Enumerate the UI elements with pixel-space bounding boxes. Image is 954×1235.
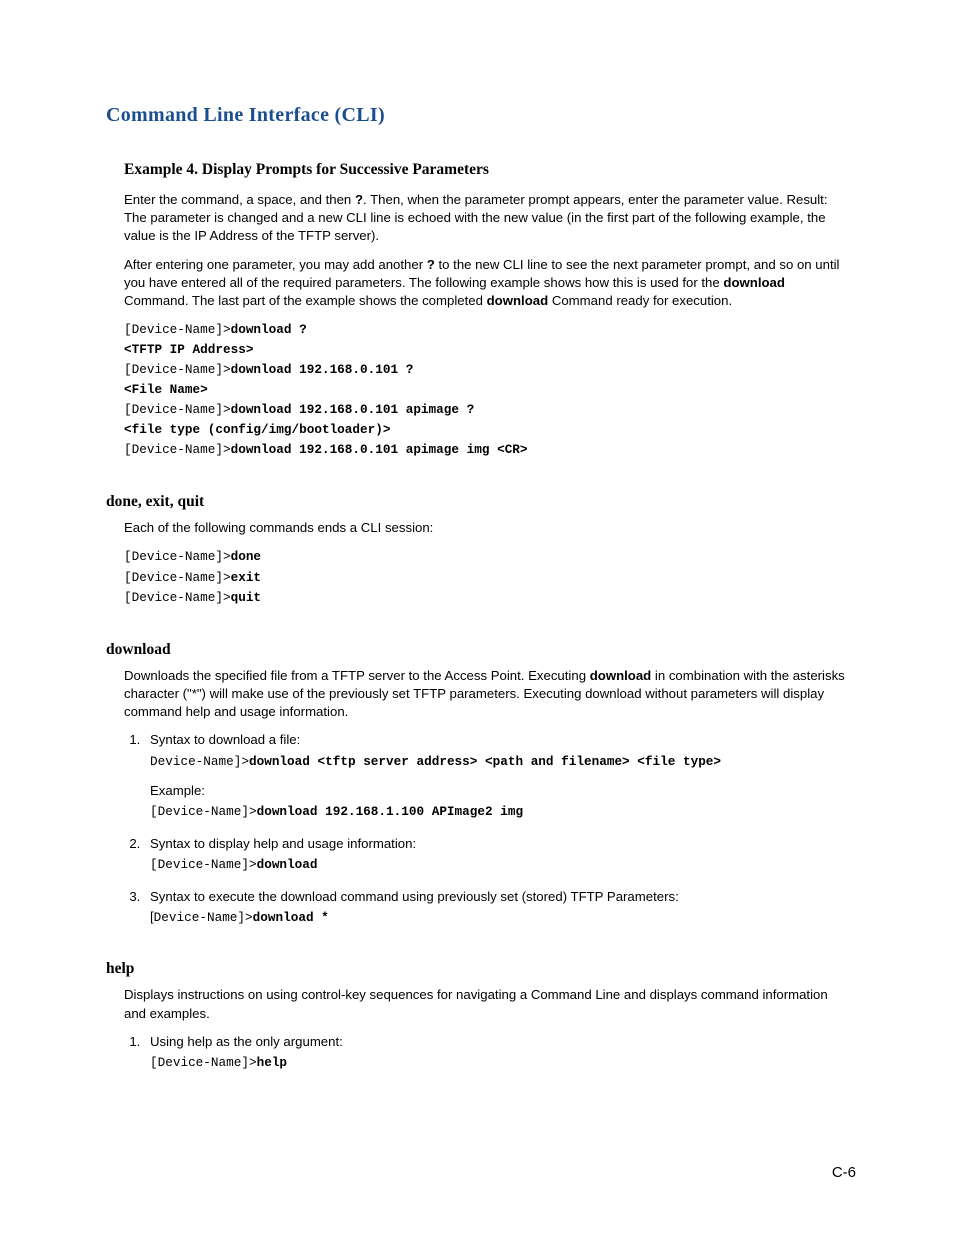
cli-command: download 192.168.1.100 APImage2 img bbox=[257, 804, 523, 819]
help-p1: Displays instructions on using control-k… bbox=[124, 986, 850, 1022]
help-list: Using help as the only argument: [Device… bbox=[124, 1033, 850, 1072]
cli-prompt: [Device-Name]> bbox=[150, 857, 257, 872]
done-p1: Each of the following commands ends a CL… bbox=[124, 519, 850, 537]
page-title: Command Line Interface (CLI) bbox=[106, 104, 850, 127]
cli-prompt: [Device-Name]> bbox=[124, 590, 231, 605]
cli-output: <file type (config/img/bootloader)> bbox=[124, 421, 850, 439]
cli-prompt: Device-Name]> bbox=[150, 754, 249, 769]
cli-command: quit bbox=[231, 590, 261, 605]
cli-command: done bbox=[231, 549, 261, 564]
li-text: Syntax to download a file: bbox=[150, 732, 300, 747]
cli-line: [Device-Name]>done bbox=[124, 547, 850, 566]
cli-line: [Device-Name]>download 192.168.0.101 api… bbox=[124, 440, 850, 459]
cli-command: download * bbox=[253, 910, 329, 925]
example-label: Example: bbox=[150, 782, 850, 800]
question-mark: ? bbox=[427, 257, 435, 272]
list-item: Using help as the only argument: [Device… bbox=[144, 1033, 850, 1072]
cli-command: download <tftp server address> <path and… bbox=[249, 754, 721, 769]
cli-prompt: [Device-Name]> bbox=[124, 402, 231, 417]
question-mark: ? bbox=[355, 192, 363, 207]
list-item: Syntax to display help and usage informa… bbox=[144, 835, 850, 874]
cli-prompt: [Device-Name]> bbox=[124, 570, 231, 585]
cli-prompt: [Device-Name]> bbox=[150, 1055, 257, 1070]
cli-output: <File Name> bbox=[124, 381, 850, 399]
text: After entering one parameter, you may ad… bbox=[124, 257, 427, 272]
cli-command: download 192.168.0.101 apimage img <CR> bbox=[231, 442, 528, 457]
cli-line: [Device-Name]>help bbox=[150, 1053, 850, 1072]
cli-line: [Device-Name]>download 192.168.1.100 API… bbox=[150, 802, 850, 821]
cli-prompt: [Device-Name]> bbox=[124, 362, 231, 377]
help-heading: help bbox=[106, 960, 850, 978]
li-text: Syntax to execute the download command u… bbox=[150, 889, 679, 904]
cli-line: [Device-Name]>quit bbox=[124, 588, 850, 607]
cli-prompt: Device-Name]> bbox=[154, 910, 253, 925]
cli-command: exit bbox=[231, 570, 261, 585]
cli-prompt: [Device-Name]> bbox=[124, 549, 231, 564]
cli-line: [Device-Name]>exit bbox=[124, 568, 850, 587]
text: Command ready for execution. bbox=[548, 293, 732, 308]
download-list: Syntax to download a file: Device-Name]>… bbox=[124, 731, 850, 926]
cli-prompt: [Device-Name]> bbox=[124, 322, 231, 337]
list-item: Syntax to execute the download command u… bbox=[144, 888, 850, 927]
cli-line: [Device-Name]>download 192.168.0.101 ? bbox=[124, 360, 850, 379]
cli-command: download ? bbox=[231, 322, 307, 337]
example4-heading: Example 4. Display Prompts for Successiv… bbox=[124, 161, 850, 179]
download-word: download bbox=[487, 293, 549, 308]
cli-line: [Device-Name]>download * bbox=[150, 908, 850, 927]
cli-line: Device-Name]>download <tftp server addre… bbox=[150, 752, 850, 771]
cli-command: download 192.168.0.101 apimage ? bbox=[231, 402, 475, 417]
download-p1: Downloads the specified file from a TFTP… bbox=[124, 667, 850, 722]
cli-prompt: [Device-Name]> bbox=[150, 804, 257, 819]
li-text: Syntax to display help and usage informa… bbox=[150, 836, 416, 851]
cli-prompt: [Device-Name]> bbox=[124, 442, 231, 457]
page-number: C-6 bbox=[832, 1164, 856, 1181]
list-item: Syntax to download a file: Device-Name]>… bbox=[144, 731, 850, 820]
download-word: download bbox=[590, 668, 652, 683]
download-heading: download bbox=[106, 641, 850, 659]
li-text: Using help as the only argument: bbox=[150, 1034, 343, 1049]
example4-p1: Enter the command, a space, and then ?. … bbox=[124, 191, 850, 246]
cli-line: [Device-Name]>download ? bbox=[124, 320, 850, 339]
text: Downloads the specified file from a TFTP… bbox=[124, 668, 590, 683]
done-heading: done, exit, quit bbox=[106, 493, 850, 511]
cli-command: download 192.168.0.101 ? bbox=[231, 362, 414, 377]
text: Command. The last part of the example sh… bbox=[124, 293, 487, 308]
example4-p2: After entering one parameter, you may ad… bbox=[124, 256, 850, 311]
text: Enter the command, a space, and then bbox=[124, 192, 355, 207]
cli-output: <TFTP IP Address> bbox=[124, 341, 850, 359]
cli-line: [Device-Name]>download 192.168.0.101 api… bbox=[124, 400, 850, 419]
cli-command: download bbox=[257, 857, 318, 872]
cli-line: [Device-Name]>download bbox=[150, 855, 850, 874]
cli-command: help bbox=[257, 1055, 287, 1070]
download-word: download bbox=[723, 275, 785, 290]
